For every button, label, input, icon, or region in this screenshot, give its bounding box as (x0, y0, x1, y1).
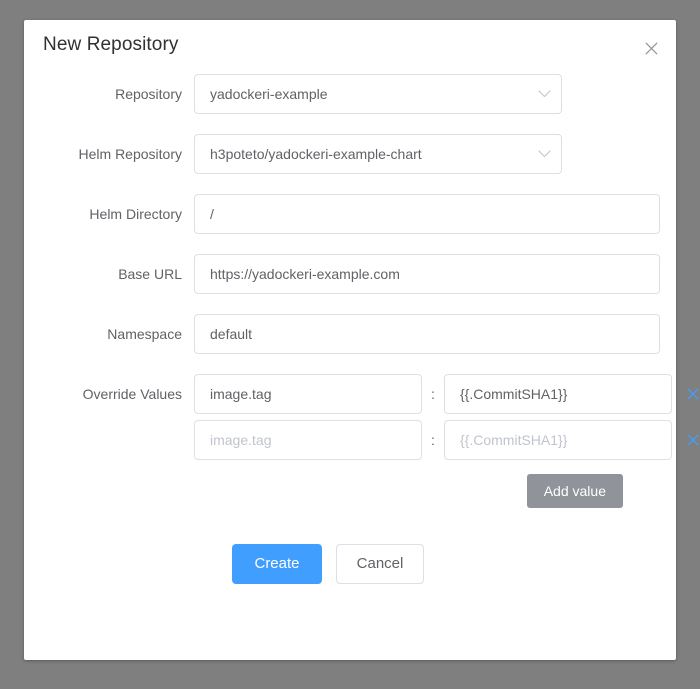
helm-directory-field-area: / (194, 194, 660, 234)
repository-label: Repository (115, 86, 182, 102)
override-key-input-placeholder: image.tag (210, 432, 272, 448)
override-key-input-value: image.tag (210, 386, 272, 402)
add-value-row: Add value (194, 474, 660, 508)
base-url-input-value: https://yadockeri-example.com (210, 266, 400, 282)
dialog-header: New Repository (24, 20, 676, 74)
override-value-row: image.tag : {{.CommitSHA1}} (194, 420, 699, 460)
repository-select-value: yadockeri-example (210, 86, 328, 102)
form-row-override-values: Override Values image.tag : {{.CommitSHA… (40, 374, 699, 508)
chevron-down-icon (538, 90, 551, 99)
dialog-footer: Create Cancel (40, 544, 660, 584)
new-repository-dialog: New Repository Repository yadockeri-exam… (24, 20, 699, 660)
override-value-input[interactable]: {{.CommitSHA1}} (444, 420, 672, 460)
override-value-input[interactable]: {{.CommitSHA1}} (444, 374, 672, 414)
namespace-label: Namespace (107, 326, 182, 342)
remove-override-row-button[interactable] (683, 384, 700, 404)
override-value-row: image.tag : {{.CommitSHA1}} (194, 374, 699, 414)
form-row-repository: Repository yadockeri-example (40, 74, 660, 114)
namespace-input[interactable]: default (194, 314, 660, 354)
modal-overlay: New Repository Repository yadockeri-exam… (0, 0, 700, 689)
close-icon[interactable] (638, 35, 664, 61)
helm-directory-input-value: / (210, 206, 214, 222)
override-values-label: Override Values (82, 386, 182, 402)
helm-repository-label: Helm Repository (78, 146, 182, 162)
repository-select[interactable]: yadockeri-example (194, 74, 562, 114)
add-value-button[interactable]: Add value (526, 474, 623, 508)
form-row-base-url: Base URL https://yadockeri-example.com (40, 254, 660, 294)
chevron-down-icon (538, 150, 551, 159)
helm-directory-label: Helm Directory (89, 206, 182, 222)
override-values-field-area: image.tag : {{.CommitSHA1}} image.tag: … (194, 374, 699, 508)
base-url-input[interactable]: https://yadockeri-example.com (194, 254, 660, 294)
helm-repository-field-area: h3poteto/yadockeri-example-chart (194, 134, 660, 174)
namespace-input-value: default (210, 326, 253, 342)
base-url-label: Base URL (118, 266, 182, 282)
form-row-namespace: Namespace default (40, 314, 660, 354)
repository-field-area: yadockeri-example (194, 74, 660, 114)
page-title: New Repository (43, 34, 179, 55)
cancel-button[interactable]: Cancel (336, 544, 424, 584)
override-separator: : (431, 386, 435, 402)
form-row-helm-directory: Helm Directory / (40, 194, 660, 234)
dialog-body: Repository yadockeri-example Helm Reposi… (24, 74, 699, 584)
override-key-input[interactable]: image.tag (194, 374, 422, 414)
helm-repository-select-value: h3poteto/yadockeri-example-chart (210, 146, 422, 162)
override-value-input-placeholder: {{.CommitSHA1}} (460, 432, 568, 448)
base-url-field-area: https://yadockeri-example.com (194, 254, 660, 294)
override-key-input[interactable]: image.tag (194, 420, 422, 460)
namespace-field-area: default (194, 314, 660, 354)
create-button[interactable]: Create (232, 544, 322, 584)
override-value-input-value: {{.CommitSHA1}} (460, 386, 568, 402)
override-separator: : (431, 432, 435, 448)
helm-repository-select[interactable]: h3poteto/yadockeri-example-chart (194, 134, 562, 174)
helm-directory-input[interactable]: / (194, 194, 660, 234)
form-row-helm-repository: Helm Repository h3poteto/yadockeri-examp… (40, 134, 660, 174)
remove-override-row-button[interactable] (683, 430, 700, 450)
